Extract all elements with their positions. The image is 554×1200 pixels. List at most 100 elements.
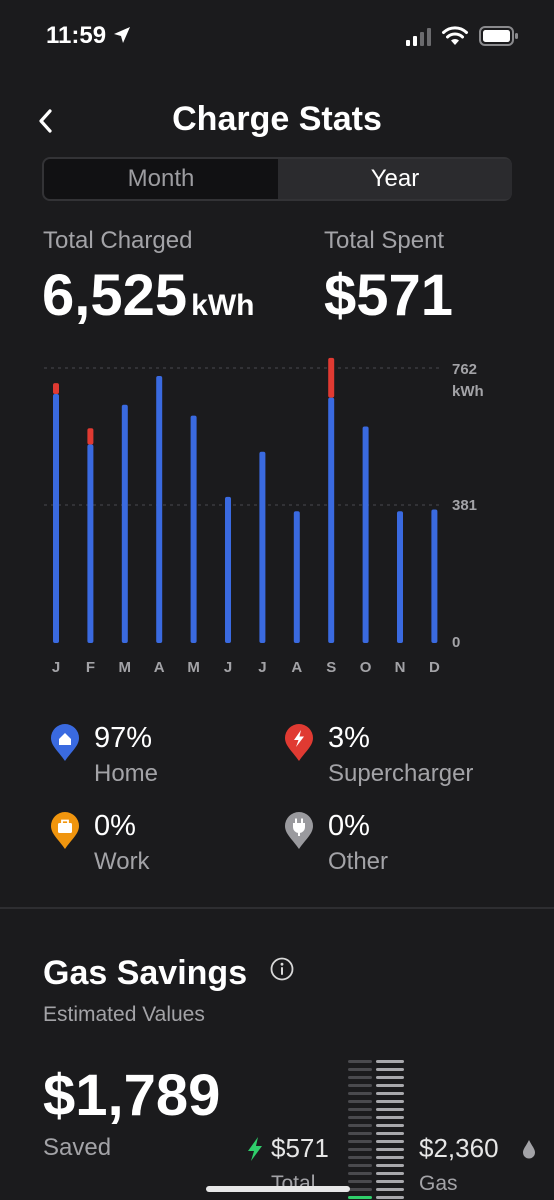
page-title: Charge Stats bbox=[172, 100, 382, 138]
legend-other-percent: 0% bbox=[328, 810, 370, 842]
bar-home-5[interactable] bbox=[225, 496, 231, 643]
total-spent-value: $571 bbox=[324, 263, 454, 328]
total-spent-label: Total Spent bbox=[324, 227, 445, 254]
x-tick-label: J bbox=[52, 659, 60, 676]
gauge-tick bbox=[376, 1060, 404, 1063]
gauge-tick bbox=[376, 1196, 404, 1199]
charging-total-value: $571 bbox=[271, 1133, 329, 1163]
bar-home-6[interactable] bbox=[259, 451, 266, 643]
gauge-tick bbox=[348, 1092, 372, 1095]
gauge-tick bbox=[376, 1108, 404, 1111]
bar-home-2[interactable] bbox=[121, 404, 128, 643]
gauge-tick bbox=[376, 1180, 404, 1183]
legend-home-label: Home bbox=[94, 760, 159, 787]
gauge-tick bbox=[348, 1076, 372, 1079]
charging-total-label: Total bbox=[271, 1172, 316, 1195]
legend-supercharger: 3% Supercharger bbox=[284, 722, 514, 802]
bar-home-4[interactable] bbox=[190, 415, 197, 643]
bar-supercharger-0[interactable] bbox=[53, 383, 59, 394]
legend-work-label: Work bbox=[94, 848, 150, 875]
gauge-tick bbox=[348, 1116, 372, 1119]
work-pin-icon bbox=[51, 812, 79, 849]
gauge-tick bbox=[348, 1148, 372, 1151]
bar-supercharger-8[interactable] bbox=[328, 357, 335, 398]
bar-supercharger-1[interactable] bbox=[87, 428, 94, 445]
x-tick-label: S bbox=[326, 659, 336, 676]
bar-home-1[interactable] bbox=[87, 444, 94, 643]
gauge-tick bbox=[348, 1172, 372, 1175]
wifi-icon bbox=[442, 26, 468, 45]
gauge-tick bbox=[348, 1100, 372, 1103]
legend-home: 97% Home bbox=[50, 722, 280, 802]
tab-month[interactable]: Month bbox=[44, 159, 278, 199]
home-pin-icon bbox=[51, 724, 79, 761]
legend-other-label: Other bbox=[328, 848, 389, 875]
bar-home-8[interactable] bbox=[328, 397, 335, 643]
gauge-tick bbox=[376, 1100, 404, 1103]
y-tick-0: 0 bbox=[452, 634, 460, 651]
saved-value: $1,789 bbox=[43, 1063, 221, 1128]
x-tick-label: J bbox=[224, 659, 232, 676]
gauge-tick bbox=[376, 1188, 404, 1191]
gauge-tick bbox=[376, 1116, 404, 1119]
bar-home-0[interactable] bbox=[53, 393, 59, 643]
gauge-tick bbox=[376, 1140, 404, 1143]
gauge-tick bbox=[348, 1084, 372, 1087]
x-tick-label: M bbox=[119, 659, 132, 676]
gauge-tick bbox=[348, 1140, 372, 1143]
saved-label: Saved bbox=[43, 1134, 112, 1161]
gas-savings-subtitle: Estimated Values bbox=[43, 1003, 205, 1026]
monthly-charge-bar-chart: 762 kWh 381 0 J F M A M J J A S O N D bbox=[44, 357, 484, 676]
y-tick-381: 381 bbox=[452, 497, 477, 514]
gauge-tick bbox=[348, 1068, 372, 1071]
gas-savings-title: Gas Savings bbox=[43, 954, 248, 992]
total-charged-number: 6,525 bbox=[42, 263, 188, 328]
gauge-tick bbox=[376, 1172, 404, 1175]
y-unit-label: kWh bbox=[452, 383, 484, 400]
gauge-tick bbox=[348, 1188, 372, 1191]
tab-year[interactable]: Year bbox=[278, 159, 512, 199]
total-charged-value: 6,525 kWh bbox=[42, 262, 254, 329]
other-plug-pin-icon bbox=[285, 812, 313, 849]
gauge-tick bbox=[348, 1156, 372, 1159]
x-tick-label: J bbox=[258, 659, 266, 676]
period-segmented-control: Month Year bbox=[42, 157, 512, 201]
gauge-tick bbox=[348, 1060, 372, 1063]
status-bar: 11:59 bbox=[0, 0, 554, 72]
home-indicator bbox=[206, 1186, 350, 1192]
gauge-tick bbox=[376, 1132, 404, 1135]
nav-bar: Charge Stats bbox=[0, 96, 554, 146]
gauge-tick bbox=[376, 1164, 404, 1167]
bar-home-10[interactable] bbox=[397, 511, 403, 643]
bar-home-9[interactable] bbox=[362, 426, 369, 643]
gauge-tick bbox=[348, 1124, 372, 1127]
bar-home-7[interactable] bbox=[293, 511, 300, 643]
status-time: 11:59 bbox=[46, 22, 107, 49]
gas-cost-value: $2,360 bbox=[419, 1133, 499, 1163]
bar-home-11[interactable] bbox=[431, 509, 438, 643]
x-tick-label: F bbox=[86, 659, 95, 676]
gauge-tick bbox=[376, 1124, 404, 1127]
y-tick-762: 762 bbox=[452, 361, 477, 378]
gauge-tick bbox=[376, 1068, 404, 1071]
legend-home-percent: 97% bbox=[94, 722, 153, 754]
x-tick-label: D bbox=[429, 659, 440, 676]
legend-other: 0% Other bbox=[284, 810, 514, 890]
bar-home-3[interactable] bbox=[156, 375, 163, 643]
gauge-tick bbox=[376, 1076, 404, 1079]
x-tick-label: N bbox=[395, 659, 406, 676]
gauge-tick bbox=[376, 1156, 404, 1159]
legend-supercharger-percent: 3% bbox=[328, 722, 370, 754]
info-icon[interactable] bbox=[270, 957, 294, 981]
gauge-tick bbox=[376, 1084, 404, 1087]
fuel-drop-icon bbox=[523, 1140, 535, 1159]
gauge-tick bbox=[376, 1092, 404, 1095]
supercharger-pin-icon bbox=[285, 724, 313, 761]
total-charged-unit: kWh bbox=[191, 289, 255, 322]
gas-cost-label: Gas bbox=[419, 1172, 458, 1195]
legend-supercharger-label: Supercharger bbox=[328, 760, 474, 787]
gauge-tick bbox=[348, 1132, 372, 1135]
gauge-tick bbox=[348, 1196, 372, 1199]
x-tick-label: O bbox=[360, 659, 372, 676]
gauge-tick bbox=[348, 1108, 372, 1111]
